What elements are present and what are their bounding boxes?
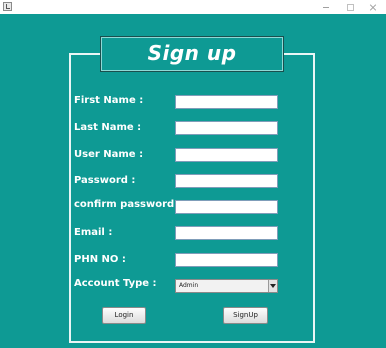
first-name-label: First Name :	[74, 95, 144, 106]
first-name-field[interactable]	[175, 95, 278, 109]
password-label: Password :	[74, 175, 136, 186]
maximize-icon[interactable]	[339, 0, 361, 14]
window-titlebar	[0, 0, 386, 14]
phone-number-field[interactable]	[175, 253, 278, 267]
title-box: Sign up	[100, 36, 284, 72]
last-name-field[interactable]	[175, 121, 278, 135]
minimize-icon[interactable]	[315, 0, 337, 14]
java-app-icon	[3, 2, 12, 11]
chevron-down-icon[interactable]	[268, 280, 277, 292]
account-type-label: Account Type :	[74, 278, 157, 289]
account-type-selected-value: Admin	[179, 282, 199, 289]
password-field[interactable]	[175, 174, 278, 188]
email-field[interactable]	[175, 226, 278, 240]
account-type-select[interactable]: Admin	[175, 279, 278, 293]
last-name-label: Last Name :	[74, 122, 142, 133]
login-button[interactable]: Login	[102, 307, 146, 324]
email-label: Email :	[74, 227, 113, 238]
confirm-password-field[interactable]	[175, 200, 278, 214]
close-icon[interactable]	[362, 0, 384, 14]
user-name-label: User Name :	[74, 149, 144, 160]
confirm-password-label: confirm password :	[74, 199, 182, 210]
page-title: Sign up	[147, 41, 237, 65]
user-name-field[interactable]	[175, 148, 278, 162]
signup-button[interactable]: SignUp	[223, 307, 268, 324]
signup-form-panel: Sign up First Name : Last Name : User Na…	[0, 14, 386, 348]
phone-number-label: PHN NO :	[74, 254, 126, 265]
